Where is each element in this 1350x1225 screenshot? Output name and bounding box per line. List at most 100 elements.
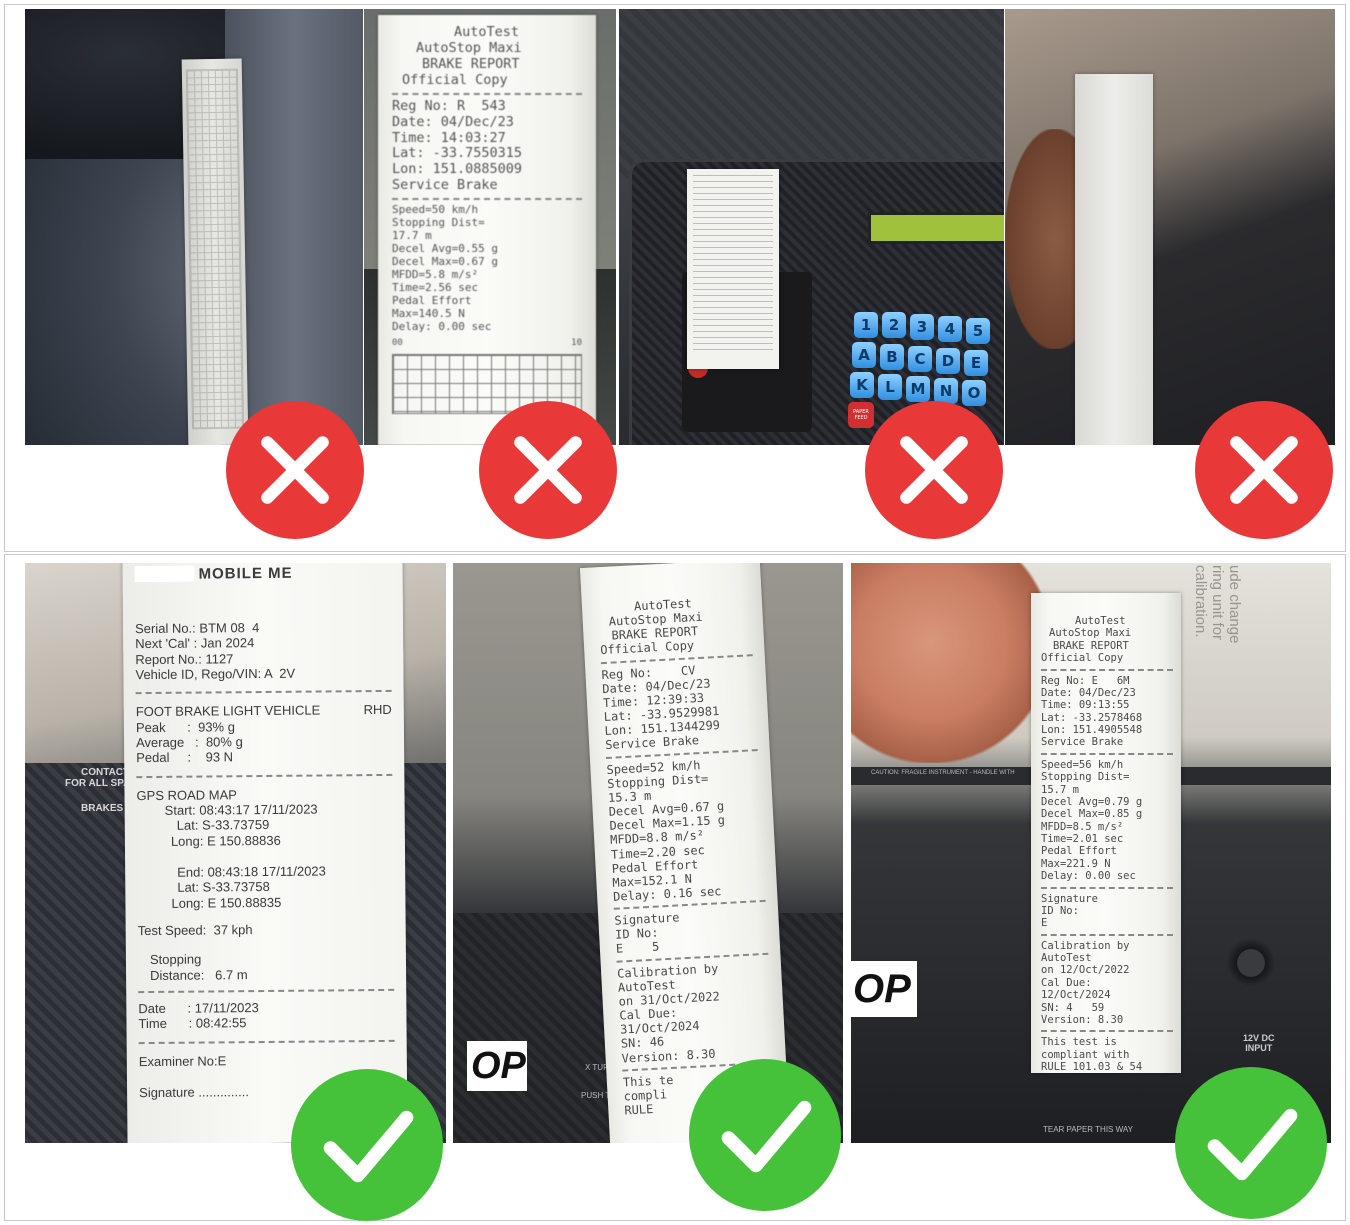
receipt-line: Service Brake — [392, 177, 498, 194]
faded-receipt — [1075, 74, 1153, 445]
key: 1 — [854, 312, 878, 338]
key: A — [852, 342, 876, 368]
receipt-line: Decel Avg=0.79 g — [1041, 795, 1143, 808]
receipt-line: Decel Max=0.85 g — [1041, 808, 1143, 821]
receipt-line: AutoTest — [1075, 615, 1126, 627]
gps-start-long: Long: E 150.88836 — [170, 832, 281, 849]
receipt-line: Max=140.5 N — [392, 306, 465, 320]
long-receipt — [181, 58, 249, 445]
receipt-line: Calibration by — [1041, 939, 1130, 952]
scale-label-right: 10 — [571, 337, 582, 348]
receipt-line: Time=2.01 sec — [1041, 833, 1124, 845]
label-12v: 12V DC — [1243, 1033, 1275, 1043]
receipt-divider — [135, 690, 392, 695]
cross-icon — [865, 401, 1003, 539]
mobile-report-receipt: MOBILE ME Serial No.: BTM 08 4 Next 'Cal… — [122, 563, 408, 1143]
receipt-line: This test is — [1041, 1036, 1117, 1049]
receipt-line: Signature — [1041, 892, 1098, 905]
receipt-line: Speed=56 km/h — [1041, 758, 1124, 771]
receipt-line: Lat: -33.2578468 — [1041, 711, 1143, 724]
accepted-examples-panel: CONTACT FOR ALL SPA BRAKES MOBILE ME Ser… — [4, 554, 1346, 1221]
key: 5 — [966, 318, 990, 344]
key: B — [880, 344, 904, 370]
receipt-divider — [136, 773, 393, 778]
key: D — [936, 348, 960, 374]
receipt-divider — [1041, 886, 1173, 889]
tear-paper-text: TEAR PAPER THIS WAY — [1043, 1125, 1133, 1134]
cross-icon — [479, 401, 617, 539]
key: K — [850, 372, 874, 398]
printed-slip — [687, 169, 779, 369]
receipt-line: AutoTest — [454, 24, 520, 40]
examiner-no: Examiner No:E — [138, 1052, 227, 1069]
receipt-divider — [138, 1039, 395, 1044]
power-connector — [1227, 939, 1275, 987]
checkmark-icon — [291, 1069, 443, 1221]
receipt-divider — [1041, 752, 1173, 755]
checkmark-icon — [1175, 1067, 1327, 1219]
photo-mobile-report: CONTACT FOR ALL SPA BRAKES MOBILE ME Ser… — [25, 563, 446, 1143]
receipt-line: Cal Due: — [1041, 976, 1092, 989]
pedal-value: Pedal : 93 N — [136, 749, 234, 766]
key: C — [908, 346, 932, 372]
hand — [851, 563, 1051, 763]
receipt-line: compliant with — [1041, 1048, 1130, 1061]
side-label-text: ude change ring unit for calibration. — [1192, 565, 1243, 644]
receipt-line: Pedal Effort — [1041, 845, 1117, 858]
device-label-op: OP — [851, 961, 917, 1017]
photo-autostop-receipt-1: OP X TURN PUSH TO AutoTest AutoStop Maxi… — [453, 563, 843, 1143]
receipt-line: E — [1041, 917, 1048, 930]
receipt-divider — [1041, 1030, 1173, 1033]
receipt-line: on 12/Oct/2022 — [1041, 964, 1130, 977]
gps-end-long: Long: E 150.88835 — [171, 894, 282, 911]
rejected-examples-panel: AutoTest AutoStop Maxi BRAKE REPORT Offi… — [4, 4, 1346, 552]
key: M — [906, 376, 930, 402]
lcd-display — [868, 212, 1004, 244]
photo-receipt-faded — [1005, 9, 1335, 445]
receipt-b: AutoTest AutoStop Maxi BRAKE REPORT Offi… — [579, 563, 791, 1143]
receipt-line: Date: 04/Dec/23 — [1041, 686, 1136, 699]
receipt-line: ID No: — [1041, 904, 1079, 917]
receipt-line: AutoTest — [1041, 952, 1092, 964]
device-label-op: OP — [467, 1041, 527, 1091]
checkmark-icon — [689, 1059, 841, 1211]
receipt-line: Reg No: E 6M — [1041, 674, 1130, 687]
key: 2 — [882, 312, 906, 338]
receipt-c: AutoTest AutoStop Maxi BRAKE REPORT Offi… — [1031, 593, 1181, 1073]
receipt-line: Version: 8.30 — [1041, 1013, 1124, 1026]
photo-autostop-receipt-2: CAUTION: FRAGILE INSTRUMENT - HANDLE WIT… — [851, 563, 1331, 1143]
receipt-line: Time: 14:03:27 — [392, 129, 506, 146]
receipt-line: Stopping Dist= — [1041, 771, 1130, 784]
receipt-line: Service Brake — [1041, 736, 1124, 749]
photo-receipt-blurry: AutoTest AutoStop Maxi BRAKE REPORT Offi… — [364, 9, 616, 445]
receipt-line: Max=221.9 N — [1041, 857, 1111, 870]
receipt-line: Official Copy — [402, 71, 508, 88]
receipt-line: Reg No: R 543 — [392, 97, 506, 114]
cross-icon — [1195, 401, 1333, 539]
rhd-label: RHD — [363, 702, 392, 718]
stopping-distance: Distance: 6.7 m — [150, 966, 248, 983]
receipt-divider — [392, 92, 582, 95]
receipt-line: MFDD=8.5 m/s² — [1041, 820, 1124, 833]
receipt-line: BRAKE REPORT — [1053, 639, 1129, 652]
caution-text: CAUTION: FRAGILE INSTRUMENT - HANDLE WIT… — [871, 770, 1015, 776]
receipt-line: 15.7 m — [1041, 783, 1079, 796]
scale-label-left: 00 — [392, 337, 403, 348]
receipt-line: AutoStop Maxi — [1049, 627, 1132, 640]
receipt-line: Lon: 151.4905548 — [1041, 724, 1143, 736]
receipt-line: Delay: 0.00 sec — [392, 319, 492, 333]
key: 3 — [910, 314, 934, 340]
receipt-divider — [1041, 668, 1173, 671]
receipt-line: BRAKE REPORT — [422, 55, 520, 72]
vehicle-id: Vehicle ID, Rego/VIN: A 2V — [135, 665, 296, 683]
receipt-line: Lat: -33.7550315 — [392, 145, 523, 162]
cross-icon — [226, 401, 364, 539]
receipt-a: AutoTest AutoStop Maxi BRAKE REPORT Offi… — [378, 15, 596, 445]
receipt-line: Lon: 151.0885009 — [392, 161, 523, 178]
label-input: INPUT — [1245, 1043, 1273, 1053]
key: L — [878, 374, 902, 400]
receipt-divider — [392, 198, 582, 201]
photo-receipt-in-car — [25, 9, 363, 445]
receipt-divider — [1041, 933, 1173, 936]
key: 4 — [938, 316, 962, 342]
